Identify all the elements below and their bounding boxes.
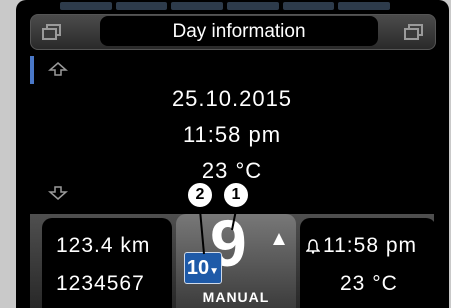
top-strip-segment <box>171 2 224 10</box>
top-strip-segment <box>338 2 391 10</box>
trip-distance: 123.4 km <box>56 234 151 257</box>
recommended-gear-badge: 10▼ <box>184 252 222 284</box>
top-tab-strip <box>60 2 391 10</box>
transmission-mode: MANUAL <box>202 289 270 305</box>
scroll-up-arrow-icon[interactable] <box>48 62 68 76</box>
shift-down-arrow-icon: ▼ <box>209 266 220 277</box>
window-icon[interactable] <box>42 24 62 40</box>
temperature-value: 23 °C <box>201 158 263 183</box>
page-title: Day information <box>100 16 378 46</box>
top-strip-segment <box>115 2 168 10</box>
date-value: 25.10.2015 <box>171 86 293 111</box>
callout-2: 2 <box>186 181 214 209</box>
scroll-down-arrow-icon[interactable] <box>48 186 68 200</box>
clock-time: 11:58 pm <box>323 234 417 257</box>
shift-up-arrow-icon <box>273 233 285 245</box>
instrument-display: Day information 25.10.2015 11:58 pm 23 °… <box>0 0 451 308</box>
odometer-value: 1234567 <box>56 272 145 295</box>
top-strip-segment <box>282 2 335 10</box>
scroll-position-indicator <box>30 56 34 84</box>
callout-1: 1 <box>222 181 250 209</box>
window-icon[interactable] <box>404 24 424 40</box>
recommended-gear-value: 10 <box>186 257 210 279</box>
outside-temperature: 23 °C <box>340 272 398 295</box>
top-strip-segment <box>227 2 279 10</box>
alarm-bell-icon <box>306 239 320 254</box>
top-strip-segment <box>60 2 112 10</box>
time-value: 11:58 pm <box>182 122 282 147</box>
